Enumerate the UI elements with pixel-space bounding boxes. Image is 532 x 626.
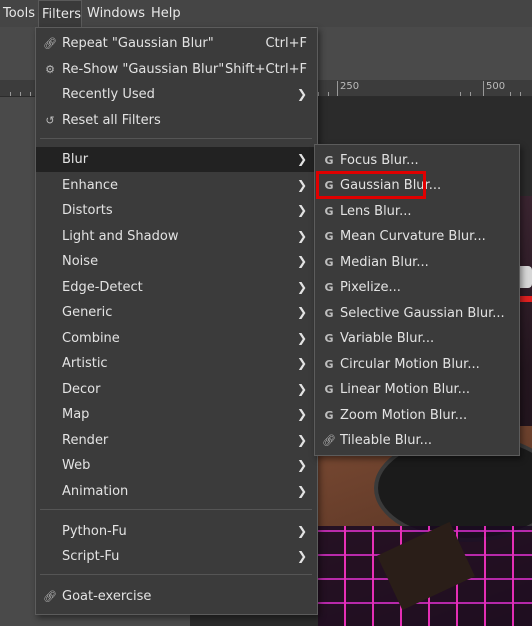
menu-item-render[interactable]: Render ❯ (36, 428, 317, 453)
menu-item-decor[interactable]: Decor ❯ (36, 377, 317, 402)
chevron-right-icon: ❯ (296, 458, 307, 472)
menu-item-selective-gaussian-blur[interactable]: G Selective Gaussian Blur... (315, 301, 519, 326)
ruler-label-500: 500 (486, 81, 506, 92)
gegl-icon: G (324, 409, 334, 422)
menu-item-animation[interactable]: Animation ❯ (36, 479, 317, 504)
menu-item-recently-used[interactable]: Recently Used ❯ (36, 82, 317, 107)
menu-item-python-fu[interactable]: Python-Fu ❯ (36, 519, 317, 544)
menu-item-zoom-motion-blur[interactable]: G Zoom Motion Blur... (315, 403, 519, 428)
menu-item-lens-blur[interactable]: G Lens Blur... (315, 199, 519, 224)
menu-item-reshow-gaussian-blur[interactable]: ⚙ Re-Show "Gaussian Blur" Shift+Ctrl+F (36, 57, 317, 82)
plugin-icon: 🔗︎ (43, 590, 57, 603)
chevron-right-icon: ❯ (296, 407, 307, 421)
gegl-icon: G (324, 281, 334, 294)
menu-item-blur[interactable]: Blur ❯ (36, 147, 317, 172)
chevron-right-icon: ❯ (296, 356, 307, 370)
reshow-icon: ⚙ (45, 63, 55, 76)
highlight-box (316, 171, 426, 199)
menu-separator (40, 509, 312, 510)
gegl-icon: G (324, 256, 334, 269)
menu-help[interactable]: Help (148, 0, 184, 27)
plugin-icon: 🔗︎ (322, 434, 336, 447)
menu-separator (40, 574, 312, 575)
chevron-right-icon: ❯ (296, 203, 307, 217)
chevron-right-icon: ❯ (296, 305, 307, 319)
menu-item-focus-blur[interactable]: G Focus Blur... (315, 148, 519, 173)
filters-menu: 🔗︎ Repeat "Gaussian Blur" Ctrl+F ⚙ Re-Sh… (35, 27, 318, 615)
menu-item-circular-motion-blur[interactable]: G Circular Motion Blur... (315, 352, 519, 377)
menu-item-map[interactable]: Map ❯ (36, 402, 317, 427)
menu-item-reset-all-filters[interactable]: ↺ Reset all Filters (36, 108, 317, 133)
menu-item-distorts[interactable]: Distorts ❯ (36, 198, 317, 223)
menu-item-variable-blur[interactable]: G Variable Blur... (315, 326, 519, 351)
repeat-icon: 🔗︎ (43, 37, 57, 50)
gegl-icon: G (324, 307, 334, 320)
chevron-right-icon: ❯ (296, 484, 307, 498)
ruler-label-250: 250 (340, 81, 360, 92)
menu-item-median-blur[interactable]: G Median Blur... (315, 250, 519, 275)
gegl-icon: G (324, 154, 334, 167)
menu-item-tileable-blur[interactable]: 🔗︎ Tileable Blur... (315, 428, 519, 453)
chevron-right-icon: ❯ (296, 331, 307, 345)
menu-separator (40, 138, 312, 139)
menu-item-generic[interactable]: Generic ❯ (36, 300, 317, 325)
menu-item-linear-motion-blur[interactable]: G Linear Motion Blur... (315, 377, 519, 402)
menu-filters[interactable]: Filters (38, 0, 82, 27)
menu-windows[interactable]: Windows (84, 0, 148, 27)
gegl-icon: G (324, 358, 334, 371)
menu-item-light-and-shadow[interactable]: Light and Shadow ❯ (36, 224, 317, 249)
chevron-right-icon: ❯ (296, 178, 307, 192)
chevron-right-icon: ❯ (296, 382, 307, 396)
menu-item-noise[interactable]: Noise ❯ (36, 249, 317, 274)
chevron-right-icon: ❯ (296, 87, 307, 101)
menu-item-enhance[interactable]: Enhance ❯ (36, 173, 317, 198)
gegl-icon: G (324, 332, 334, 345)
chevron-right-icon: ❯ (296, 229, 307, 243)
menu-item-combine[interactable]: Combine ❯ (36, 326, 317, 351)
chevron-right-icon: ❯ (296, 280, 307, 294)
menu-item-edge-detect[interactable]: Edge-Detect ❯ (36, 275, 317, 300)
gegl-icon: G (324, 205, 334, 218)
chevron-right-icon: ❯ (296, 524, 307, 538)
menu-item-repeat-gaussian-blur[interactable]: 🔗︎ Repeat "Gaussian Blur" Ctrl+F (36, 31, 317, 56)
gegl-icon: G (324, 230, 334, 243)
chevron-right-icon: ❯ (296, 433, 307, 447)
chevron-right-icon: ❯ (296, 152, 307, 166)
chevron-right-icon: ❯ (296, 549, 307, 563)
chevron-right-icon: ❯ (296, 254, 307, 268)
menu-item-mean-curvature-blur[interactable]: G Mean Curvature Blur... (315, 224, 519, 249)
menu-item-pixelize[interactable]: G Pixelize... (315, 275, 519, 300)
menu-tools[interactable]: Tools (0, 0, 38, 27)
menu-item-web[interactable]: Web ❯ (36, 453, 317, 478)
menu-item-artistic[interactable]: Artistic ❯ (36, 351, 317, 376)
menu-item-script-fu[interactable]: Script-Fu ❯ (36, 544, 317, 569)
menu-item-goat-exercise[interactable]: 🔗︎ Goat-exercise (36, 584, 317, 609)
menubar: Tools Filters Windows Help (0, 0, 532, 27)
reset-icon: ↺ (45, 114, 55, 127)
gegl-icon: G (324, 383, 334, 396)
